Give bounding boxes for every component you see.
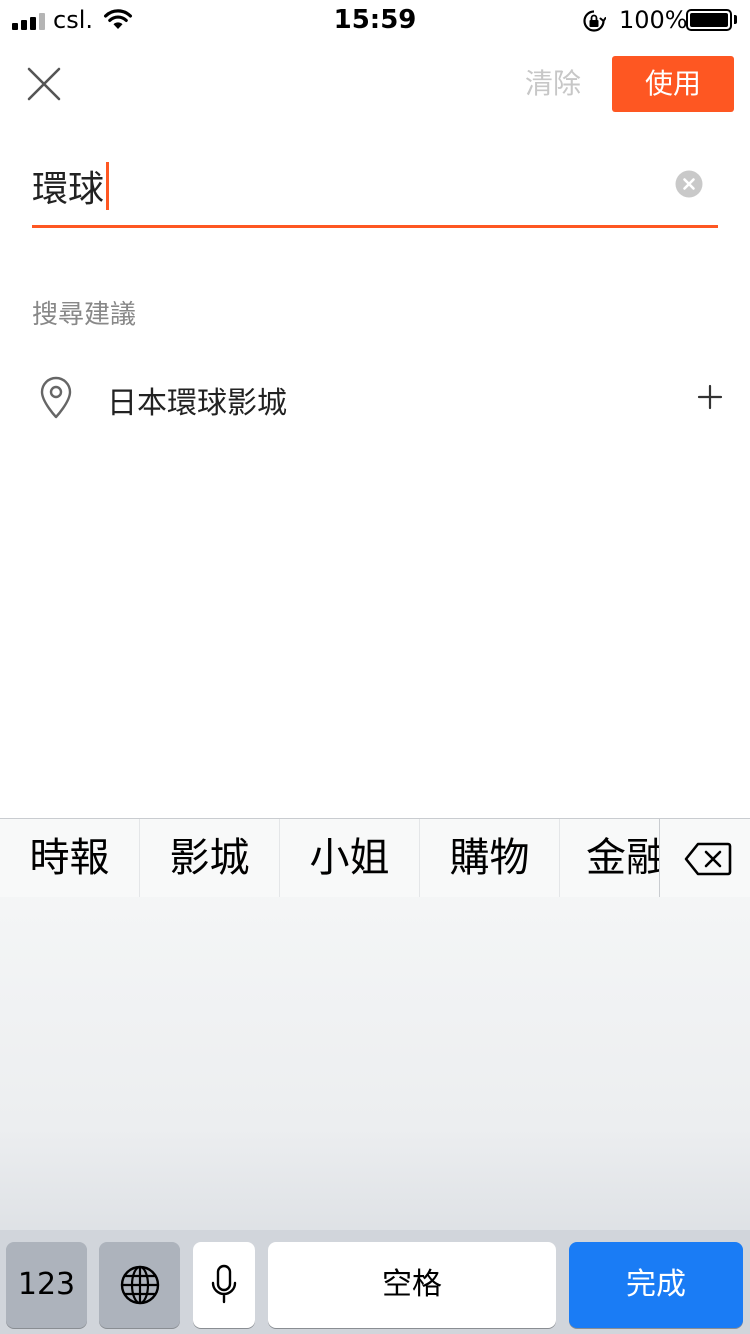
dictation-key[interactable]: [193, 1242, 255, 1328]
globe-icon: [120, 1265, 159, 1305]
numbers-key[interactable]: 123: [6, 1242, 87, 1328]
section-title-suggestions: 搜尋建議: [32, 300, 137, 330]
clear-circle-icon[interactable]: [675, 170, 703, 198]
text-caret: [106, 162, 110, 210]
battery-percent: 100%: [619, 6, 688, 34]
close-icon[interactable]: [26, 66, 62, 102]
search-underline: [32, 225, 718, 228]
plus-icon[interactable]: [697, 384, 723, 410]
orientation-lock-icon: [583, 10, 606, 32]
battery-nub: [734, 15, 737, 24]
suggestion-label: 日本環球影城: [107, 386, 287, 421]
candidate-word[interactable]: 時報: [0, 819, 140, 897]
microphone-icon: [211, 1264, 237, 1304]
candidate-word[interactable]: 金融: [560, 819, 660, 897]
candidate-word[interactable]: 購物: [420, 819, 560, 897]
search-input-value: 環球: [32, 169, 105, 210]
globe-key[interactable]: [99, 1242, 180, 1328]
candidate-word[interactable]: 小姐: [280, 819, 420, 897]
clear-button[interactable]: 清除: [520, 62, 586, 106]
candidate-word[interactable]: 影城: [140, 819, 280, 897]
battery-icon: [686, 9, 732, 31]
keyboard-bottom-row: 123 空格 完成: [0, 1230, 750, 1334]
space-key[interactable]: 空格: [268, 1242, 556, 1328]
candidate-bar: 時報 影城 小姐 購物 金融: [0, 818, 750, 897]
suggestion-item[interactable]: 日本環球影城: [0, 360, 750, 436]
keyboard: 時報 影城 小姐 購物 金融 123 空格 完成: [0, 818, 750, 1334]
search-input[interactable]: 環球: [32, 160, 110, 212]
use-button[interactable]: 使用: [612, 56, 734, 112]
backspace-icon[interactable]: [684, 842, 732, 876]
location-pin-icon: [40, 376, 72, 419]
done-key[interactable]: 完成: [569, 1242, 743, 1328]
search-field[interactable]: 環球: [32, 150, 718, 228]
status-bar: csl. 15:59 100%: [0, 0, 750, 40]
